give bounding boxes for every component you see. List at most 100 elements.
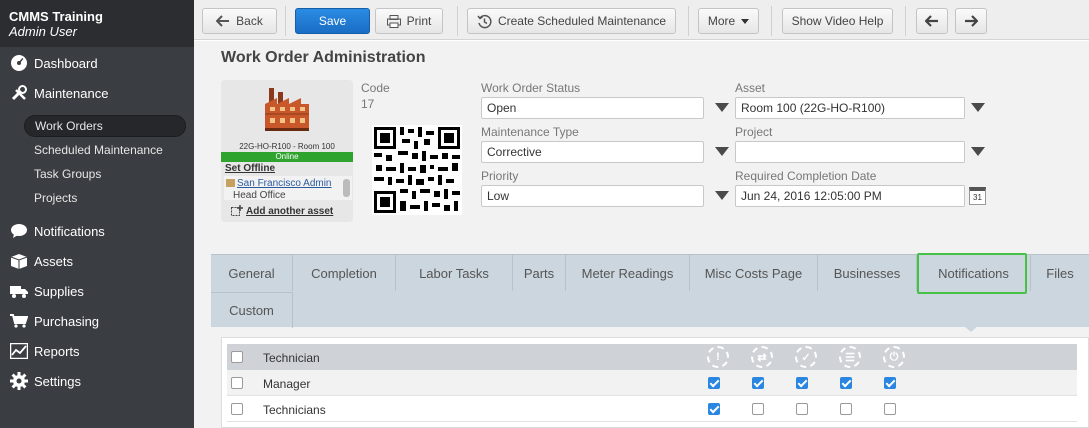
maintenance-type-select[interactable]: Corrective [481, 141, 704, 163]
tab-meter-readings[interactable]: Meter Readings [566, 255, 690, 291]
print-label: Print [406, 14, 432, 28]
set-offline-link[interactable]: Set Offline [225, 163, 275, 174]
create-scheduled-maintenance-button[interactable]: Create Scheduled Maintenance [467, 8, 676, 34]
chevron-down-icon[interactable] [971, 147, 985, 156]
dashboard-icon [9, 54, 29, 72]
speech-bubble-icon [9, 222, 29, 240]
nav-maintenance[interactable]: Maintenance [0, 80, 194, 106]
scrollbar[interactable] [343, 179, 350, 197]
notify-list-checkbox[interactable] [840, 403, 852, 415]
nav-dashboard-label: Dashboard [34, 55, 98, 71]
notify-reassign-checkbox[interactable] [752, 377, 764, 389]
tab-businesses[interactable]: Businesses [818, 255, 917, 291]
nav-notifications[interactable]: Notifications [0, 218, 194, 244]
row-checkbox[interactable] [231, 377, 243, 389]
line-chart-icon [9, 342, 29, 360]
nav-supplies-label: Supplies [34, 283, 84, 299]
print-button[interactable]: Print [375, 8, 443, 34]
nav-purchasing[interactable]: Purchasing [0, 308, 194, 334]
save-button[interactable]: Save [295, 8, 370, 34]
tab-custom[interactable]: Custom [211, 292, 293, 328]
subnav-projects[interactable]: Projects [24, 187, 186, 209]
subnav-task-groups[interactable]: Task Groups [24, 163, 186, 185]
priority-select[interactable]: Low [481, 185, 704, 207]
notify-timer-checkbox[interactable] [884, 377, 896, 389]
back-label: Back [236, 14, 263, 28]
chevron-down-icon[interactable] [715, 191, 729, 200]
tab-completion[interactable]: Completion [293, 255, 396, 291]
subnav-scheduled-maintenance[interactable]: Scheduled Maintenance [24, 139, 186, 161]
checkmark-icon: ✓ [795, 346, 817, 368]
nav-notifications-label: Notifications [34, 223, 105, 239]
notify-complete-checkbox[interactable] [796, 403, 808, 415]
previous-record-button[interactable] [916, 8, 948, 34]
tab-files[interactable]: Files [1031, 255, 1089, 291]
type-field-label: Maintenance Type [481, 125, 579, 139]
toolbar-divider [285, 6, 286, 36]
add-asset-label: Add another asset [246, 205, 334, 217]
notify-timer-checkbox[interactable] [884, 403, 896, 415]
calendar-icon[interactable]: 31 [969, 187, 986, 205]
chevron-down-icon[interactable] [971, 103, 985, 112]
nav-dashboard[interactable]: Dashboard [0, 50, 194, 76]
history-icon [477, 14, 492, 28]
location-link[interactable]: San Francisco Admin [226, 178, 332, 189]
nav-settings[interactable]: Settings [0, 368, 194, 394]
next-record-button[interactable] [955, 8, 987, 34]
timer-icon: ⏻ [883, 346, 905, 368]
back-button[interactable]: Back [202, 8, 277, 34]
more-label: More [707, 14, 736, 28]
show-video-help-button[interactable]: Show Video Help [782, 8, 893, 34]
status-badge: Online [221, 152, 353, 162]
priority-field-label: Priority [481, 169, 519, 183]
nav-reports[interactable]: Reports [0, 338, 194, 364]
arrow-left-icon [925, 15, 938, 27]
nav-assets-label: Assets [34, 253, 74, 269]
asset-select[interactable]: Room 100 (22G-HO-R100) [735, 97, 965, 119]
tab-parts[interactable]: Parts [513, 255, 566, 291]
toolbar-divider [905, 6, 906, 36]
add-another-asset-link[interactable]: Add another asset [231, 205, 333, 217]
work-order-status-select[interactable]: Open [481, 97, 704, 119]
tab-labor-tasks[interactable]: Labor Tasks [396, 255, 513, 291]
notify-alert-checkbox[interactable] [708, 377, 720, 389]
gear-icon [9, 372, 29, 390]
tools-icon [9, 84, 29, 102]
page-title: Work Order Administration [221, 49, 426, 66]
alert-icon: ! [707, 346, 729, 368]
tab-misc-costs[interactable]: Misc Costs Page [690, 255, 818, 291]
more-button[interactable]: More [698, 8, 759, 34]
caret-down-icon [741, 18, 750, 24]
sidebar: CMMS Training Admin User Dashboard Maint… [0, 0, 194, 428]
nav-supplies[interactable]: Supplies [0, 278, 194, 304]
location-label: San Francisco Admin [237, 178, 332, 189]
chevron-down-icon[interactable] [715, 147, 729, 156]
cart-icon [9, 312, 29, 330]
table-header [227, 344, 1077, 370]
printer-icon [386, 14, 401, 28]
asset-field-label: Asset [735, 81, 766, 95]
create-scheduled-label: Create Scheduled Maintenance [497, 14, 667, 28]
completion-date-input[interactable]: Jun 24, 2016 12:05:00 PM [735, 185, 965, 207]
asset-card: 22G-HO-R100 - Room 100 Online Set Offlin… [221, 80, 353, 222]
subnav-work-orders[interactable]: Work Orders [24, 115, 186, 137]
sublocation: Head Office [233, 190, 286, 201]
project-select[interactable] [735, 141, 965, 163]
brand: CMMS Training Admin User [0, 0, 194, 47]
code-value: 17 [361, 97, 375, 111]
nav-assets[interactable]: Assets [0, 248, 194, 274]
select-all-checkbox[interactable] [231, 351, 243, 363]
row-name: Technicians [263, 403, 326, 417]
nav-reports-label: Reports [34, 343, 80, 359]
notify-list-checkbox[interactable] [840, 377, 852, 389]
qr-code [372, 125, 462, 215]
row-checkbox[interactable] [231, 403, 243, 415]
toolbar: Back Save Print Create Scheduled Mainten… [194, 0, 1089, 40]
toolbar-divider [771, 6, 772, 36]
notify-complete-checkbox[interactable] [796, 377, 808, 389]
chevron-down-icon[interactable] [715, 103, 729, 112]
tab-general[interactable]: General [211, 255, 293, 291]
code-label: Code [361, 81, 390, 95]
notify-reassign-checkbox[interactable] [752, 403, 764, 415]
notify-alert-checkbox[interactable] [708, 403, 720, 415]
